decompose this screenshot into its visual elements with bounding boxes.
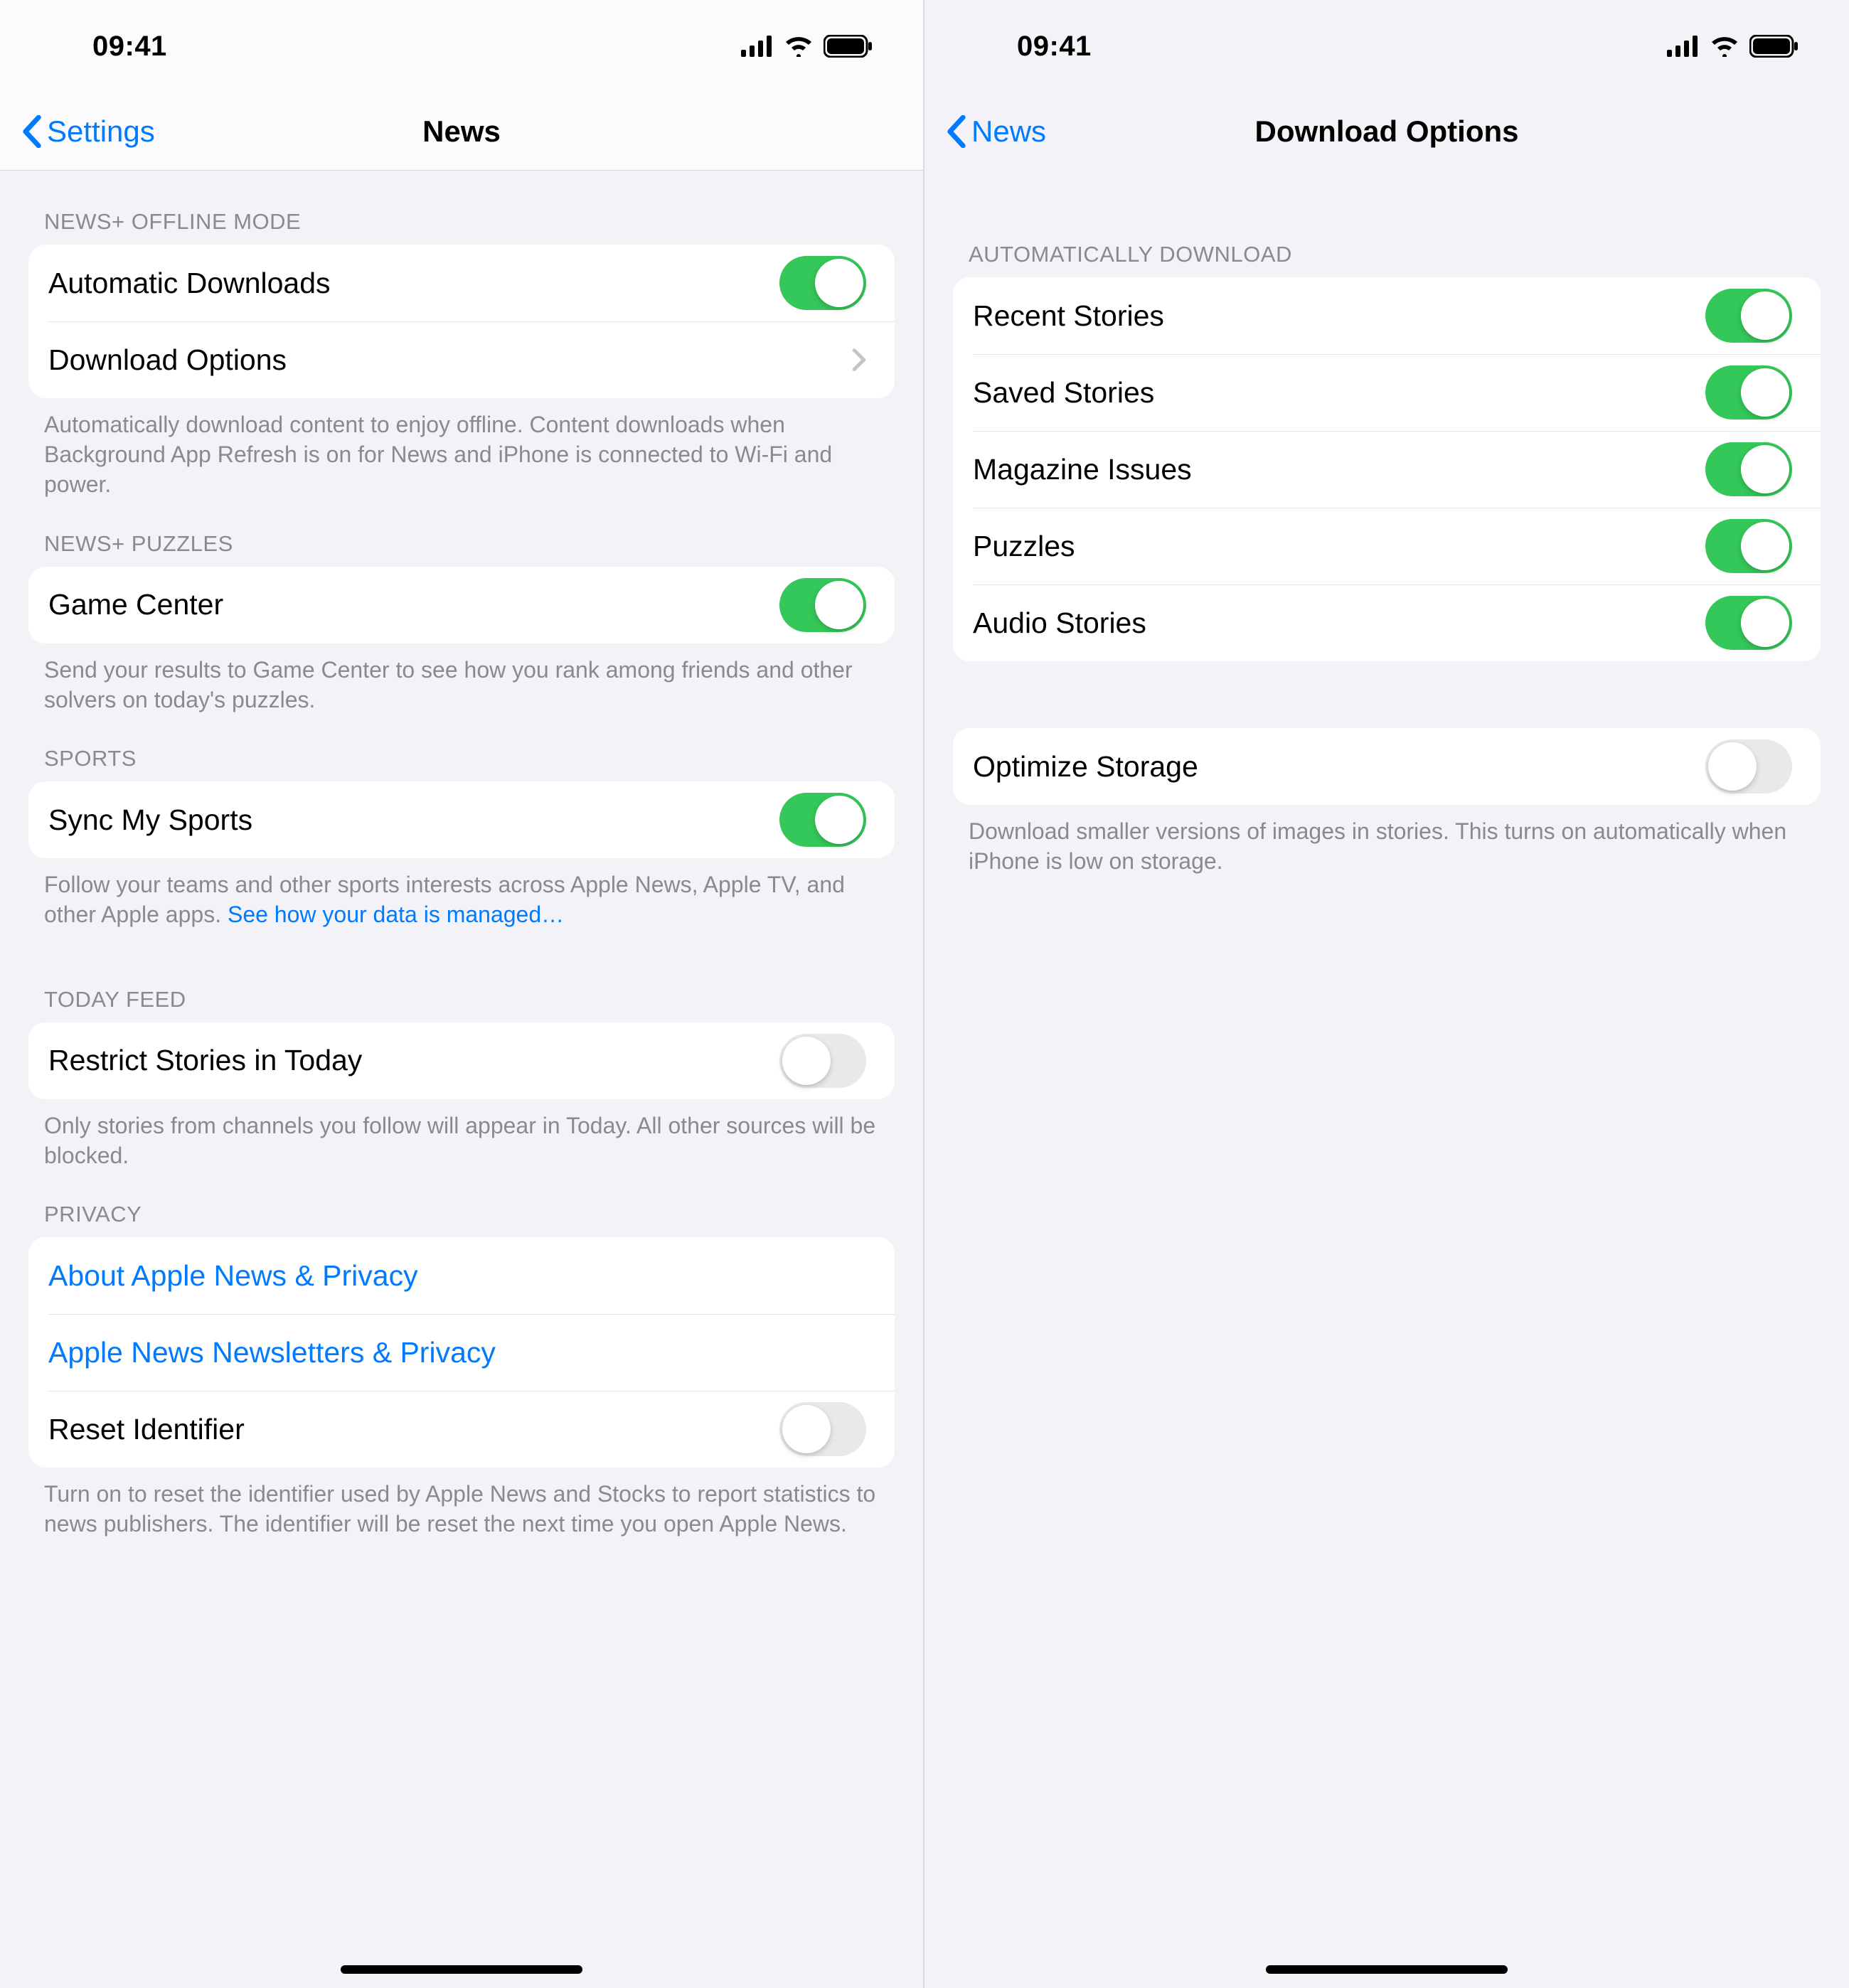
footer-privacy: Turn on to reset the identifier used by … (0, 1468, 923, 1539)
row-puzzles[interactable]: Puzzles (953, 508, 1821, 584)
row-label: Restrict Stories in Today (48, 1044, 362, 1077)
row-magazine-issues[interactable]: Magazine Issues (953, 431, 1821, 508)
back-label: News (971, 114, 1046, 149)
status-icons (1667, 35, 1799, 58)
group-privacy: About Apple News & Privacy Apple News Ne… (28, 1237, 895, 1468)
row-game-center[interactable]: Game Center (28, 567, 895, 643)
cellular-icon (1667, 36, 1700, 57)
section-header-today: TODAY FEED (0, 930, 923, 1022)
row-label: Magazine Issues (973, 453, 1192, 486)
status-bar: 09:41 (0, 0, 923, 92)
row-recent-stories[interactable]: Recent Stories (953, 277, 1821, 354)
toggle-restrict-stories[interactable] (779, 1034, 866, 1088)
toggle-puzzles[interactable] (1705, 519, 1792, 573)
row-optimize-storage[interactable]: Optimize Storage (953, 728, 1821, 805)
toggle-optimize-storage[interactable] (1705, 739, 1792, 793)
row-label: Audio Stories (973, 606, 1146, 640)
row-label: Reset Identifier (48, 1413, 245, 1446)
toggle-saved-stories[interactable] (1705, 365, 1792, 419)
settings-content: NEWS+ OFFLINE MODE Automatic Downloads D… (0, 171, 923, 1988)
toggle-automatic-downloads[interactable] (779, 256, 866, 310)
row-label: Automatic Downloads (48, 267, 331, 300)
wifi-icon (784, 36, 814, 57)
row-label: Recent Stories (973, 299, 1164, 333)
section-header-sports: SPORTS (0, 715, 923, 781)
wifi-icon (1710, 36, 1739, 57)
toggle-magazine-issues[interactable] (1705, 442, 1792, 496)
row-label: About Apple News & Privacy (48, 1259, 418, 1293)
toggle-sync-my-sports[interactable] (779, 793, 866, 847)
phone-download-options: 09:41 News Download Options AUTOMATICALL… (924, 0, 1849, 1988)
group-puzzles: Game Center (28, 567, 895, 643)
chevron-left-icon (946, 115, 967, 148)
battery-icon (824, 35, 873, 58)
cellular-icon (741, 36, 774, 57)
section-header-offline: NEWS+ OFFLINE MODE (0, 171, 923, 245)
row-label: Apple News Newsletters & Privacy (48, 1336, 496, 1369)
back-button[interactable]: Settings (21, 114, 155, 149)
section-header-auto-download: AUTOMATICALLY DOWNLOAD (924, 171, 1849, 277)
footer-today: Only stories from channels you follow wi… (0, 1099, 923, 1170)
row-sync-my-sports[interactable]: Sync My Sports (28, 781, 895, 858)
footer-optimize: Download smaller versions of images in s… (924, 805, 1849, 876)
nav-bar: News Download Options (924, 92, 1849, 171)
status-bar: 09:41 (924, 0, 1849, 92)
row-reset-identifier[interactable]: Reset Identifier (28, 1391, 895, 1468)
back-button[interactable]: News (946, 114, 1046, 149)
section-header-privacy: PRIVACY (0, 1170, 923, 1237)
group-today: Restrict Stories in Today (28, 1022, 895, 1099)
row-automatic-downloads[interactable]: Automatic Downloads (28, 245, 895, 321)
row-audio-stories[interactable]: Audio Stories (953, 584, 1821, 661)
settings-content: AUTOMATICALLY DOWNLOAD Recent Stories Sa… (924, 171, 1849, 1988)
home-indicator (1266, 1965, 1508, 1974)
toggle-reset-identifier[interactable] (779, 1402, 866, 1456)
footer-sports: Follow your teams and other sports inter… (0, 858, 923, 929)
phone-news-settings: 09:41 Settings News NEWS+ OFFLINE MODE A… (0, 0, 924, 1988)
row-label: Sync My Sports (48, 803, 252, 837)
group-offline: Automatic Downloads Download Options (28, 245, 895, 398)
row-saved-stories[interactable]: Saved Stories (953, 354, 1821, 431)
row-label: Game Center (48, 588, 223, 621)
toggle-recent-stories[interactable] (1705, 289, 1792, 343)
nav-bar: Settings News (0, 92, 923, 171)
group-optimize: Optimize Storage (953, 728, 1821, 805)
group-sports: Sync My Sports (28, 781, 895, 858)
row-newsletters-privacy[interactable]: Apple News Newsletters & Privacy (28, 1314, 895, 1391)
row-label: Puzzles (973, 530, 1075, 563)
toggle-game-center[interactable] (779, 578, 866, 632)
link-data-managed[interactable]: See how your data is managed… (228, 902, 564, 927)
home-indicator (341, 1965, 582, 1974)
page-title: Download Options (924, 114, 1849, 149)
chevron-right-icon (852, 348, 866, 372)
row-label: Download Options (48, 343, 287, 377)
toggle-audio-stories[interactable] (1705, 596, 1792, 650)
footer-puzzles: Send your results to Game Center to see … (0, 643, 923, 715)
section-header-puzzles: NEWS+ PUZZLES (0, 500, 923, 567)
row-restrict-stories[interactable]: Restrict Stories in Today (28, 1022, 895, 1099)
row-about-privacy[interactable]: About Apple News & Privacy (28, 1237, 895, 1314)
status-time: 09:41 (1017, 31, 1092, 63)
row-label: Optimize Storage (973, 750, 1198, 784)
chevron-left-icon (21, 115, 43, 148)
row-label: Saved Stories (973, 376, 1154, 410)
battery-icon (1749, 35, 1799, 58)
group-auto-download: Recent Stories Saved Stories Magazine Is… (953, 277, 1821, 661)
back-label: Settings (47, 114, 155, 149)
status-icons (741, 35, 873, 58)
row-download-options[interactable]: Download Options (28, 321, 895, 398)
status-time: 09:41 (92, 31, 167, 63)
footer-offline: Automatically download content to enjoy … (0, 398, 923, 500)
